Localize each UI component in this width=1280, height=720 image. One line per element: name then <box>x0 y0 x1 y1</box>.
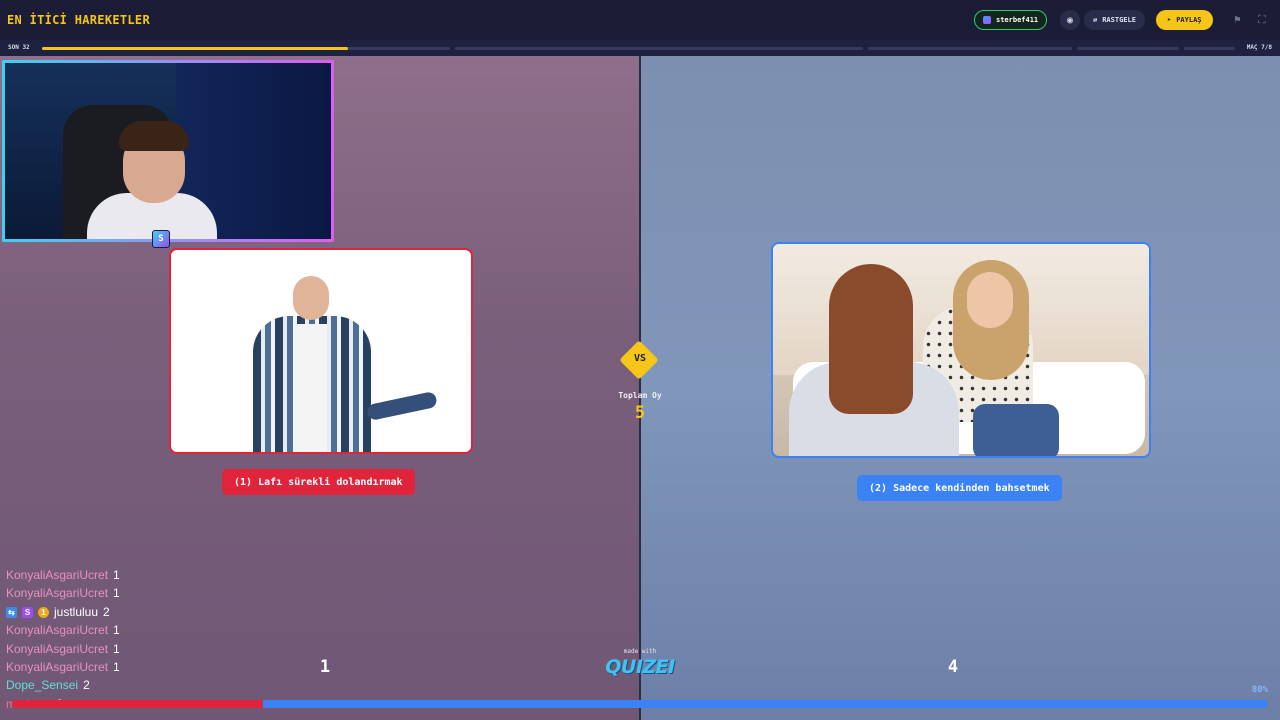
round-label: SON 32 <box>8 44 30 51</box>
streamer-badge-icon: S <box>22 606 33 618</box>
option-left-label[interactable]: (1) Lafı sürekli dolandırmak <box>222 469 415 495</box>
man-arm <box>366 390 438 422</box>
chat-message: KonyaliAsgariUcret 1 <box>6 621 120 639</box>
streamer-logo-icon: S <box>152 230 170 248</box>
made-with-label: made with <box>623 648 657 655</box>
share-button-label: PAYLAŞ <box>1176 16 1202 24</box>
random-button[interactable]: ⇄ RASTGELE <box>1084 10 1145 30</box>
left-score: 1 <box>319 657 331 677</box>
match-label: MAÇ 7/8 <box>1246 44 1272 51</box>
man-head <box>293 276 329 320</box>
progress-segment <box>455 47 863 50</box>
chat-vote: 1 <box>113 660 120 675</box>
total-votes-value: 5 <box>634 403 646 423</box>
chat-feed: KonyaliAsgariUcret 1 KonyaliAsgariUcret 1 ⇆ S… <box>6 566 120 713</box>
webcam-overlay <box>2 60 334 242</box>
user-logo-icon <box>983 16 991 24</box>
fullscreen-icon[interactable]: ⛶ <box>1258 13 1266 27</box>
chat-username: Dope_Sensei <box>6 678 79 693</box>
chat-message: ⇆ S 1 justluluu 2 <box>6 603 120 621</box>
webcam-video <box>5 63 331 239</box>
chat-vote: 1 <box>113 641 120 656</box>
shuffle-icon: ⇄ <box>1093 16 1098 24</box>
chat-username: justluluu <box>54 604 99 619</box>
center-divider <box>639 56 641 720</box>
webcam-person-hair <box>119 121 189 151</box>
progress-segment-current <box>42 47 450 50</box>
woman-right-face <box>967 272 1013 328</box>
chat-username: KonyaliAsgariUcret <box>6 568 109 582</box>
chat-message: KonyaliAsgariUcret 1 <box>6 566 120 584</box>
total-votes-label: Toplam Oy <box>618 391 662 400</box>
option-right-label[interactable]: (2) Sadece kendinden bahsetmek <box>857 475 1062 501</box>
right-score: 4 <box>947 657 959 677</box>
username: sterbef411 <box>996 16 1039 24</box>
option-left-image[interactable] <box>169 248 473 454</box>
vote-bar-left-fill <box>12 700 264 708</box>
chat-username: KonyaliAsgariUcret <box>6 641 109 656</box>
progress-segment-fill <box>42 47 348 50</box>
vs-label: VS <box>633 353 647 364</box>
progress-segment <box>1184 47 1235 50</box>
arrows-badge-icon: ⇆ <box>6 606 17 618</box>
woman-left-hair <box>829 264 913 414</box>
vote-bar <box>12 700 1268 708</box>
vote-percent: 80% <box>1251 685 1268 695</box>
progress-segment <box>1077 47 1179 50</box>
chat-message: KonyaliAsgariUcret 1 <box>6 658 120 676</box>
chat-message: KonyaliAsgariUcret 1 <box>6 640 120 658</box>
random-button-label: RASTGELE <box>1102 16 1136 24</box>
top-bar: EN İTİCİ HAREKETLER sterbef411 ◉ ⇄ RASTG… <box>0 0 1280 40</box>
user-pill[interactable]: sterbef411 <box>974 10 1048 30</box>
chat-username: KonyaliAsgariUcret <box>6 623 109 638</box>
chat-message: KonyaliAsgariUcret 1 <box>6 584 120 602</box>
progress-segment <box>868 47 1072 50</box>
coin-badge-icon: 1 <box>38 606 49 618</box>
chat-vote: 2 <box>83 678 90 693</box>
chat-username: KonyaliAsgariUcret <box>6 660 109 675</box>
page-title: EN İTİCİ HAREKETLER <box>7 13 150 27</box>
chat-vote: 1 <box>113 586 120 601</box>
send-icon: ➤ <box>1167 16 1172 24</box>
stage: S (1) Lafı sürekli dolandırmak (2) Sadec… <box>0 56 1280 720</box>
chat-vote: 2 <box>103 604 110 619</box>
quizei-logo: QUIZEI <box>605 656 675 678</box>
man-undershirt <box>297 324 327 452</box>
woman-right-jeans <box>973 404 1059 456</box>
eye-icon[interactable]: ◉ <box>1060 10 1080 30</box>
chat-username: KonyaliAsgariUcret <box>6 586 109 601</box>
flag-icon[interactable]: ⚑ <box>1234 13 1241 26</box>
chat-message: Dope_Sensei 2 <box>6 676 120 694</box>
option-right-image[interactable] <box>771 242 1151 458</box>
chat-vote: 1 <box>113 623 120 638</box>
chat-vote: 1 <box>113 568 120 582</box>
share-button[interactable]: ➤ PAYLAŞ <box>1156 10 1213 30</box>
